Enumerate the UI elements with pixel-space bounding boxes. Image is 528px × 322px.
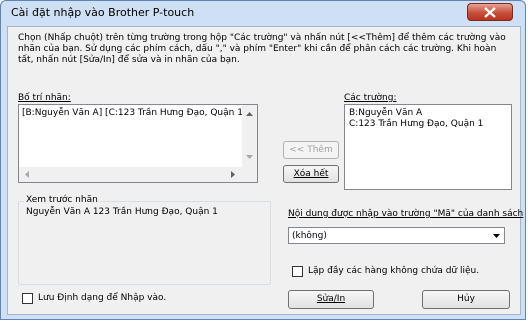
close-icon	[484, 7, 496, 18]
cancel-button[interactable]: Hủy	[422, 290, 510, 309]
scroll-down-icon	[246, 155, 253, 159]
clear-all-button[interactable]: Xóa hết	[283, 165, 339, 183]
close-button[interactable]	[467, 3, 513, 21]
label-layout-box[interactable]: [B:Nguyễn Văn A] [C:123 Trần Hưng Đạo, Q…	[18, 104, 258, 183]
instruction-text: Chọn (Nhấp chuột) trên từng trường trong…	[18, 33, 506, 65]
preview-text: Nguyễn Văn A 123 Trần Hưng Đạo, Quận 1	[26, 207, 218, 217]
field-item[interactable]: B:Nguyễn Văn A	[349, 108, 422, 118]
dialog-body: Chọn (Nhấp chuột) trên từng trường trong…	[7, 26, 524, 315]
add-button[interactable]: << Thêm	[283, 141, 339, 159]
edit-print-button[interactable]: Sửa/In	[288, 290, 374, 309]
horizontal-scrollbar[interactable]	[19, 167, 242, 182]
code-field-select[interactable]: (không)	[288, 227, 505, 244]
vertical-scrollbar[interactable]	[242, 105, 257, 167]
scroll-up-icon	[246, 112, 253, 116]
scroll-left-icon	[25, 171, 29, 178]
fields-caption: Các trường:	[344, 93, 397, 103]
label-layout-caption: Bố trí nhãn:	[18, 93, 71, 103]
window-title: Cài đặt nhập vào Brother P-touch	[11, 6, 195, 19]
scroll-right-icon	[231, 171, 235, 178]
code-field-value: (không)	[292, 231, 327, 241]
scroll-corner	[242, 167, 257, 182]
save-format-label: Lưu Định dạng để Nhập vào.	[38, 293, 167, 303]
save-format-checkbox[interactable]	[22, 293, 33, 304]
repeat-empty-checkbox[interactable]	[292, 266, 303, 277]
dialog-window: Cài đặt nhập vào Brother P-touch Chọn (N…	[0, 0, 526, 320]
label-layout-text: [B:Nguyễn Văn A] [C:123 Trần Hưng Đạo, Q…	[22, 108, 247, 118]
preview-caption: Xem trước nhãn	[24, 195, 100, 205]
code-field-label: Nội dung được nhập vào trường "Mã" của d…	[288, 209, 524, 219]
field-item[interactable]: C:123 Trần Hưng Đạo, Quận 1	[349, 119, 483, 129]
dropdown-arrow-icon	[493, 234, 500, 238]
title-bar: Cài đặt nhập vào Brother P-touch	[1, 1, 527, 25]
repeat-empty-label: Lặp đầy các hàng không chứa dữ liệu.	[308, 266, 480, 276]
fields-list[interactable]: B:Nguyễn Văn A C:123 Trần Hưng Đạo, Quận…	[344, 104, 512, 190]
